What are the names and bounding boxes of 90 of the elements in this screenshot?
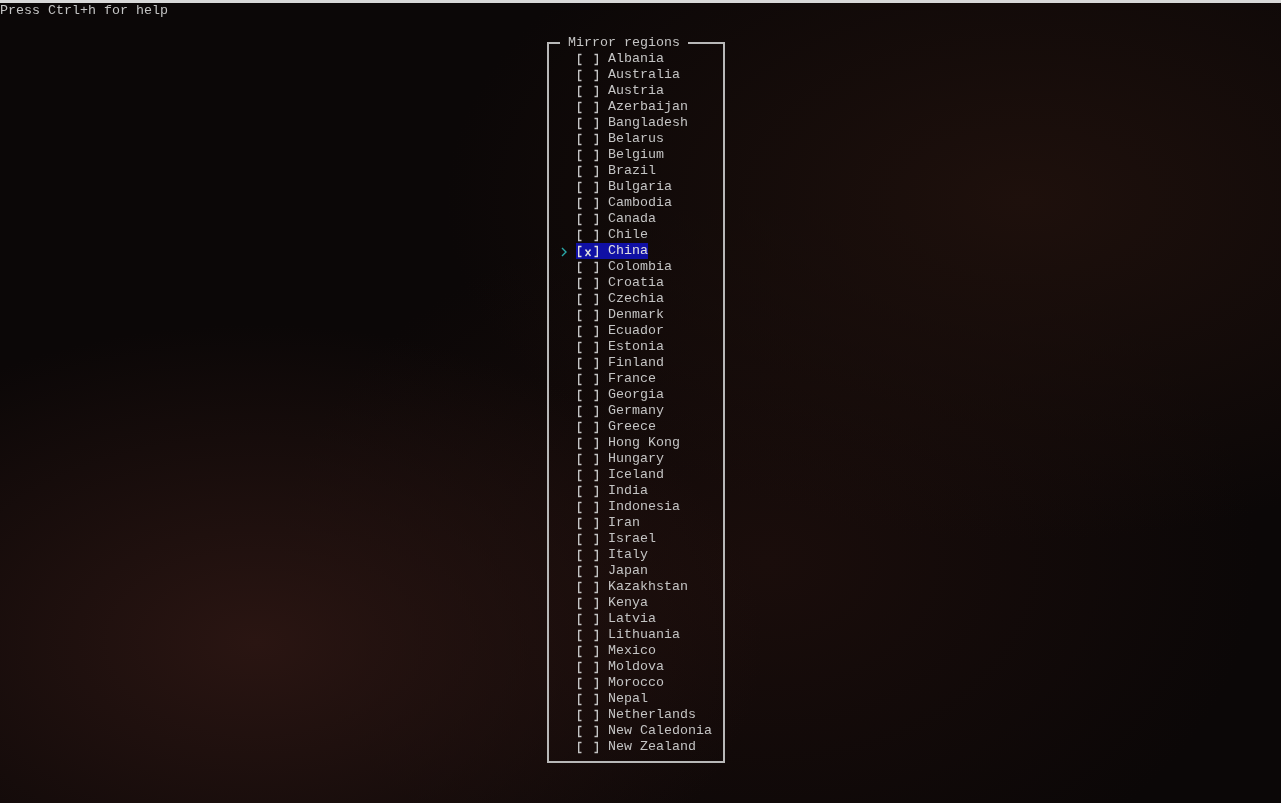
region-option[interactable]: New Zealand bbox=[576, 739, 696, 755]
checkbox[interactable] bbox=[576, 467, 600, 483]
region-option[interactable]: Denmark bbox=[576, 307, 664, 323]
region-option[interactable]: China bbox=[576, 243, 648, 259]
checkbox[interactable] bbox=[576, 259, 600, 275]
region-option[interactable]: Albania bbox=[576, 51, 664, 67]
region-option[interactable]: Belgium bbox=[576, 147, 664, 163]
checkbox[interactable] bbox=[576, 611, 600, 627]
checkbox[interactable] bbox=[576, 691, 600, 707]
region-option[interactable]: Hong Kong bbox=[576, 435, 680, 451]
checkbox[interactable] bbox=[576, 579, 600, 595]
checkbox[interactable] bbox=[576, 163, 600, 179]
checkbox[interactable] bbox=[576, 531, 600, 547]
checkbox[interactable] bbox=[576, 739, 600, 755]
checkbox[interactable] bbox=[576, 403, 600, 419]
region-option[interactable]: Morocco bbox=[576, 675, 664, 691]
region-option[interactable]: Israel bbox=[576, 531, 656, 547]
checkbox[interactable] bbox=[576, 435, 600, 451]
region-option[interactable]: Bangladesh bbox=[576, 115, 688, 131]
region-option[interactable]: Colombia bbox=[576, 259, 672, 275]
checkbox[interactable] bbox=[576, 387, 600, 403]
checkbox[interactable] bbox=[576, 563, 600, 579]
region-option[interactable]: Hungary bbox=[576, 451, 664, 467]
region-option[interactable]: Belarus bbox=[576, 131, 664, 147]
region-option[interactable]: Finland bbox=[576, 355, 664, 371]
region-option[interactable]: Canada bbox=[576, 211, 656, 227]
region-option[interactable]: France bbox=[576, 371, 656, 387]
region-option[interactable]: New Caledonia bbox=[576, 723, 712, 739]
checkbox[interactable] bbox=[576, 147, 600, 163]
region-option[interactable]: Cambodia bbox=[576, 195, 672, 211]
checkbox[interactable] bbox=[576, 643, 600, 659]
region-option[interactable]: Iran bbox=[576, 515, 640, 531]
region-option[interactable]: Ecuador bbox=[576, 323, 664, 339]
region-option[interactable]: Italy bbox=[576, 547, 648, 563]
checkbox[interactable] bbox=[576, 67, 600, 83]
checkbox[interactable] bbox=[576, 675, 600, 691]
checkbox[interactable] bbox=[576, 307, 600, 323]
help-hint: Press Ctrl+h for help bbox=[0, 3, 168, 19]
checkbox[interactable] bbox=[576, 547, 600, 563]
region-option[interactable]: Japan bbox=[576, 563, 648, 579]
checkbox[interactable] bbox=[576, 179, 600, 195]
region-option[interactable]: Nepal bbox=[576, 691, 648, 707]
checkbox[interactable] bbox=[576, 211, 600, 227]
checkbox[interactable] bbox=[576, 499, 600, 515]
checkbox[interactable] bbox=[576, 51, 600, 67]
checkbox[interactable] bbox=[576, 323, 600, 339]
checkbox[interactable] bbox=[576, 83, 600, 99]
region-option[interactable]: Indonesia bbox=[576, 499, 680, 515]
panel-title: Mirror regions bbox=[567, 35, 681, 51]
region-option[interactable]: Czechia bbox=[576, 291, 664, 307]
checkbox[interactable] bbox=[576, 627, 600, 643]
region-option[interactable]: Mexico bbox=[576, 643, 656, 659]
region-option[interactable]: Lithuania bbox=[576, 627, 680, 643]
checkbox[interactable] bbox=[576, 371, 600, 387]
region-option[interactable]: Croatia bbox=[576, 275, 664, 291]
checkbox[interactable] bbox=[576, 419, 600, 435]
region-option[interactable]: Greece bbox=[576, 419, 656, 435]
checkbox[interactable] bbox=[576, 227, 600, 243]
region-option[interactable]: Iceland bbox=[576, 467, 664, 483]
checkbox[interactable] bbox=[576, 275, 600, 291]
region-option[interactable]: Kenya bbox=[576, 595, 648, 611]
checkbox[interactable] bbox=[576, 707, 600, 723]
region-option[interactable]: Georgia bbox=[576, 387, 664, 403]
region-option[interactable]: Germany bbox=[576, 403, 664, 419]
checkbox[interactable] bbox=[576, 339, 600, 355]
checkbox[interactable] bbox=[576, 451, 600, 467]
checkbox[interactable] bbox=[576, 195, 600, 211]
checkbox[interactable] bbox=[576, 515, 600, 531]
checkbox[interactable] bbox=[576, 723, 600, 739]
checkbox[interactable] bbox=[576, 243, 600, 259]
region-option[interactable]: Brazil bbox=[576, 163, 656, 179]
checkbox[interactable] bbox=[576, 115, 600, 131]
region-option[interactable]: Chile bbox=[576, 227, 648, 243]
region-option[interactable]: Kazakhstan bbox=[576, 579, 688, 595]
region-option[interactable]: Australia bbox=[576, 67, 680, 83]
region-option[interactable]: Austria bbox=[576, 83, 664, 99]
checkbox[interactable] bbox=[576, 131, 600, 147]
checkbox[interactable] bbox=[576, 595, 600, 611]
region-option[interactable]: Moldova bbox=[576, 659, 664, 675]
checkbox[interactable] bbox=[576, 291, 600, 307]
region-option[interactable]: Netherlands bbox=[576, 707, 696, 723]
region-option[interactable]: Bulgaria bbox=[576, 179, 672, 195]
region-option[interactable]: Estonia bbox=[576, 339, 664, 355]
region-option[interactable]: India bbox=[576, 483, 648, 499]
region-option[interactable]: Azerbaijan bbox=[576, 99, 688, 115]
checkbox[interactable] bbox=[576, 355, 600, 371]
checkbox[interactable] bbox=[576, 659, 600, 675]
checkbox[interactable] bbox=[576, 99, 600, 115]
region-option[interactable]: Latvia bbox=[576, 611, 656, 627]
checkbox[interactable] bbox=[576, 483, 600, 499]
